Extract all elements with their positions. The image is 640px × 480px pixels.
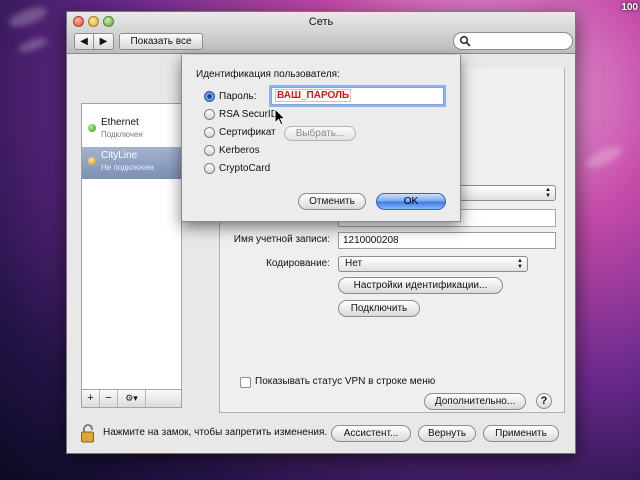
desktop-streak	[6, 3, 50, 31]
lock-icon[interactable]	[80, 424, 96, 444]
status-dot-connected	[88, 124, 96, 132]
apply-button[interactable]: Применить	[483, 425, 559, 442]
radio-icon[interactable]	[204, 109, 215, 120]
sheet-title: Идентификация пользователя:	[196, 69, 340, 80]
titlebar: Сеть ◀ ▶ Показать все	[67, 12, 575, 54]
back-button[interactable]: ◀	[74, 33, 94, 50]
remove-service-button[interactable]: −	[100, 390, 118, 407]
bottom-bar: Нажмите на замок, чтобы запретить измене…	[67, 418, 575, 453]
mouse-cursor-icon	[274, 108, 286, 126]
forward-button[interactable]: ▶	[94, 33, 114, 50]
advanced-button[interactable]: Дополнительно...	[424, 393, 526, 410]
show-vpn-status-checkbox[interactable]	[240, 377, 251, 388]
connect-button[interactable]: Подключить	[338, 300, 420, 317]
choose-certificate-button[interactable]: Выбрать...	[284, 126, 356, 141]
authentication-sheet: Идентификация пользователя: Пароль: ВАШ_…	[181, 55, 461, 222]
add-service-button[interactable]: +	[82, 390, 100, 407]
service-item-cityline[interactable]: CityLine Не подключен	[82, 147, 181, 179]
menubar-clock: 100	[621, 2, 638, 13]
password-field[interactable]: ВАШ_ПАРОЛЬ	[271, 87, 444, 105]
auth-option-label: RSA SecurID	[219, 109, 278, 120]
password-value: ВАШ_ПАРОЛЬ	[275, 89, 352, 102]
service-status: Подключен	[101, 130, 143, 139]
auth-option-label: Пароль:	[219, 91, 257, 102]
radio-icon[interactable]	[204, 163, 215, 174]
account-name-field[interactable]: 1210000208	[338, 232, 556, 249]
auth-settings-button[interactable]: Настройки идентификации...	[338, 277, 503, 294]
show-vpn-status-label: Показывать статус VPN в строке меню	[255, 376, 436, 387]
auth-option-label: Сертификат	[219, 127, 276, 138]
service-name: Ethernet	[101, 117, 139, 128]
desktop-streak	[17, 35, 49, 55]
window-title: Сеть	[308, 16, 334, 28]
radio-selected-icon[interactable]	[204, 91, 215, 102]
service-name: CityLine	[101, 150, 138, 161]
help-button[interactable]: ?	[536, 393, 552, 409]
desktop-streak	[582, 142, 626, 172]
popup-arrows-icon: ▲ ▼	[517, 258, 523, 270]
service-status: Не подключен	[101, 163, 154, 172]
auth-option-label: CryptoCard	[219, 163, 271, 174]
lock-text: Нажмите на замок, чтобы запретить измене…	[103, 427, 328, 438]
search-icon	[459, 35, 471, 47]
status-dot-disconnected	[88, 157, 96, 165]
auth-option-label: Kerberos	[219, 145, 260, 156]
show-all-button[interactable]: Показать все	[119, 33, 203, 50]
revert-button[interactable]: Вернуть	[418, 425, 476, 442]
service-item-ethernet[interactable]: Ethernet Подключен	[82, 114, 181, 146]
account-label: Имя учетной записи:	[233, 234, 330, 245]
encoding-value: Нет	[345, 258, 363, 269]
cancel-button[interactable]: Отменить	[298, 193, 366, 210]
service-list-toolbar: + − ⚙▾	[81, 389, 182, 408]
ok-button[interactable]: OK	[376, 193, 446, 210]
service-list: Ethernet Подключен CityLine Не подключен	[81, 103, 182, 396]
encoding-label: Кодирование:	[266, 258, 330, 269]
radio-icon[interactable]	[204, 145, 215, 156]
assistant-button[interactable]: Ассистент...	[331, 425, 411, 442]
service-actions-button[interactable]: ⚙▾	[118, 390, 146, 407]
popup-arrows-icon: ▲ ▼	[545, 187, 551, 199]
radio-icon[interactable]	[204, 127, 215, 138]
encoding-popup[interactable]: Нет ▲ ▼	[338, 256, 528, 272]
search-input[interactable]	[453, 32, 573, 50]
